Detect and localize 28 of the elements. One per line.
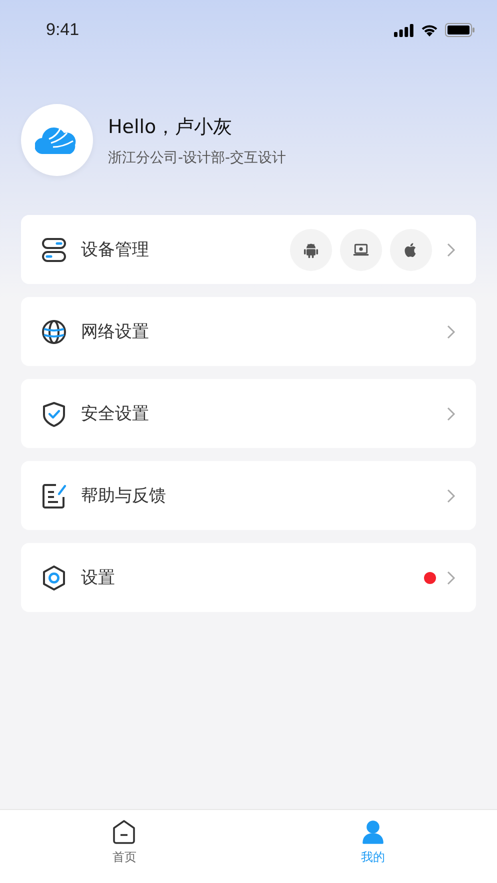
menu-item[interactable]: 设置 bbox=[21, 543, 476, 612]
menu-item[interactable]: 帮助与反馈 bbox=[21, 461, 476, 530]
chevron-right-icon bbox=[446, 324, 456, 340]
apple-button[interactable] bbox=[390, 228, 432, 270]
tab[interactable]: 首页 bbox=[0, 810, 248, 883]
edit-note-icon bbox=[41, 482, 67, 508]
chevron-right-icon bbox=[446, 242, 456, 258]
android-icon bbox=[302, 240, 320, 258]
laptop-button[interactable] bbox=[340, 228, 382, 270]
hexagon-settings-icon bbox=[41, 564, 67, 590]
menu-item[interactable]: 设备管理 bbox=[21, 215, 476, 284]
android-button[interactable] bbox=[290, 228, 332, 270]
home-icon bbox=[111, 819, 138, 845]
toggle-switches-icon bbox=[41, 236, 67, 262]
globe-icon bbox=[41, 318, 67, 344]
signal-icon bbox=[394, 24, 414, 36]
chevron-right-icon bbox=[446, 406, 456, 422]
wifi-icon bbox=[420, 23, 439, 37]
clock-time: 9:41 bbox=[46, 20, 80, 40]
chevron-right-icon bbox=[446, 570, 456, 586]
person-icon bbox=[360, 819, 386, 845]
battery-icon bbox=[445, 23, 475, 37]
greeting: Hello，卢小灰 bbox=[108, 114, 234, 140]
department: 浙江分公司-设计部-交互设计 bbox=[108, 148, 286, 166]
shield-check-icon bbox=[41, 400, 67, 426]
menu-item[interactable]: 安全设置 bbox=[21, 379, 476, 448]
chevron-right-icon bbox=[446, 488, 456, 504]
menu-item[interactable]: 网络设置 bbox=[21, 297, 476, 366]
